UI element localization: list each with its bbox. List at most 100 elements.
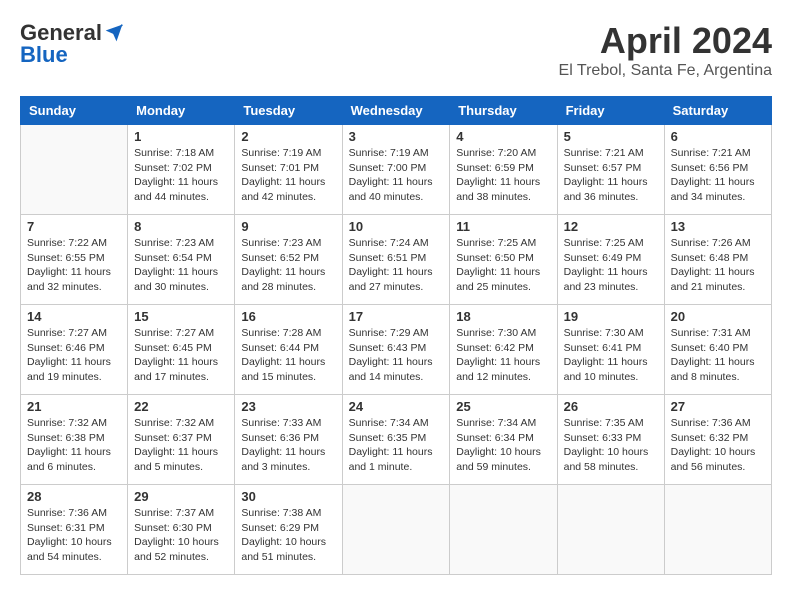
calendar-cell: 8Sunrise: 7:23 AM Sunset: 6:54 PM Daylig… — [128, 215, 235, 305]
calendar-cell — [21, 125, 128, 215]
day-info: Sunrise: 7:37 AM Sunset: 6:30 PM Dayligh… — [134, 506, 228, 565]
calendar-cell: 23 Sunrise: 7:33 AM Sunset: 6:36 PM Dayli… — [235, 395, 342, 485]
day-info: Sunrise: 7:27 AM Sunset: 6:45 PM Dayligh… — [134, 326, 228, 385]
day-number: 6 — [671, 129, 765, 144]
day-info: Sunrise: 7:19 AM Sunset: 7:01 PM Dayligh… — [241, 146, 335, 205]
day-info: Sunrise: 7:23 AM Sunset: 6:52 PM Dayligh… — [241, 236, 335, 295]
day-info: Sunrise: 7:36 AM Sunset: 6:31 PM Dayligh… — [27, 506, 121, 565]
day-number: 15 — [134, 309, 228, 324]
day-info: Sunrise: 7:34 AM Sunset: 6:35 PM Dayligh… — [349, 416, 444, 475]
day-number: 14 — [27, 309, 121, 324]
calendar-cell: 30Sunrise: 7:38 AM Sunset: 6:29 PM Dayli… — [235, 485, 342, 575]
calendar-cell: 10Sunrise: 7:24 AM Sunset: 6:51 PM Dayli… — [342, 215, 450, 305]
day-number: 29 — [134, 489, 228, 504]
calendar-cell: 17Sunrise: 7:29 AM Sunset: 6:43 PM Dayli… — [342, 305, 450, 395]
day-info: Sunrise: 7:21 AM Sunset: 6:56 PM Dayligh… — [671, 146, 765, 205]
calendar-week-row: 21 Sunrise: 7:32 AM Sunset: 6:38 PM Dayli… — [21, 395, 772, 485]
day-info: Sunrise: 7:27 AM Sunset: 6:46 PM Dayligh… — [27, 326, 121, 385]
calendar-cell: 3 Sunrise: 7:19 AM Sunset: 7:00 PM Daylig… — [342, 125, 450, 215]
calendar-cell: 4Sunrise: 7:20 AM Sunset: 6:59 PM Daylig… — [450, 125, 557, 215]
day-info: Sunrise: 7:28 AM Sunset: 6:44 PM Dayligh… — [241, 326, 335, 385]
calendar-cell: 16 Sunrise: 7:28 AM Sunset: 6:44 PM Dayli… — [235, 305, 342, 395]
page-header: General Blue April 2024 El Trebol, Santa… — [20, 20, 772, 80]
calendar-cell: 25Sunrise: 7:34 AM Sunset: 6:34 PM Dayli… — [450, 395, 557, 485]
calendar-cell: 11 Sunrise: 7:25 AM Sunset: 6:50 PM Dayli… — [450, 215, 557, 305]
calendar-header-sunday: Sunday — [21, 97, 128, 125]
day-number: 7 — [27, 219, 121, 234]
calendar-header-saturday: Saturday — [664, 97, 771, 125]
day-info: Sunrise: 7:30 AM Sunset: 6:42 PM Dayligh… — [456, 326, 550, 385]
calendar-week-row: 1 Sunrise: 7:18 AM Sunset: 7:02 PM Daylig… — [21, 125, 772, 215]
day-info: Sunrise: 7:32 AM Sunset: 6:38 PM Dayligh… — [27, 416, 121, 475]
calendar-cell — [557, 485, 664, 575]
calendar-cell: 21 Sunrise: 7:32 AM Sunset: 6:38 PM Dayli… — [21, 395, 128, 485]
calendar-header-thursday: Thursday — [450, 97, 557, 125]
day-info: Sunrise: 7:22 AM Sunset: 6:55 PM Dayligh… — [27, 236, 121, 295]
day-number: 16 — [241, 309, 335, 324]
calendar-header-wednesday: Wednesday — [342, 97, 450, 125]
day-number: 3 — [349, 129, 444, 144]
calendar-header-row: SundayMondayTuesdayWednesdayThursdayFrid… — [21, 97, 772, 125]
calendar-cell: 5 Sunrise: 7:21 AM Sunset: 6:57 PM Daylig… — [557, 125, 664, 215]
day-number: 12 — [564, 219, 658, 234]
title-block: April 2024 El Trebol, Santa Fe, Argentin… — [559, 20, 772, 80]
calendar-cell — [450, 485, 557, 575]
calendar-cell: 7 Sunrise: 7:22 AM Sunset: 6:55 PM Daylig… — [21, 215, 128, 305]
day-number: 20 — [671, 309, 765, 324]
day-number: 13 — [671, 219, 765, 234]
calendar-cell: 1 Sunrise: 7:18 AM Sunset: 7:02 PM Daylig… — [128, 125, 235, 215]
day-number: 28 — [27, 489, 121, 504]
day-number: 10 — [349, 219, 444, 234]
day-number: 26 — [564, 399, 658, 414]
calendar-cell: 28 Sunrise: 7:36 AM Sunset: 6:31 PM Dayli… — [21, 485, 128, 575]
day-number: 23 — [241, 399, 335, 414]
calendar-header-tuesday: Tuesday — [235, 97, 342, 125]
day-info: Sunrise: 7:26 AM Sunset: 6:48 PM Dayligh… — [671, 236, 765, 295]
day-info: Sunrise: 7:32 AM Sunset: 6:37 PM Dayligh… — [134, 416, 228, 475]
day-number: 11 — [456, 219, 550, 234]
location-text: El Trebol, Santa Fe, Argentina — [559, 62, 772, 80]
calendar-cell: 6 Sunrise: 7:21 AM Sunset: 6:56 PM Daylig… — [664, 125, 771, 215]
day-number: 18 — [456, 309, 550, 324]
day-info: Sunrise: 7:29 AM Sunset: 6:43 PM Dayligh… — [349, 326, 444, 385]
day-number: 5 — [564, 129, 658, 144]
day-info: Sunrise: 7:25 AM Sunset: 6:49 PM Dayligh… — [564, 236, 658, 295]
calendar-cell: 29 Sunrise: 7:37 AM Sunset: 6:30 PM Dayli… — [128, 485, 235, 575]
calendar-cell: 26 Sunrise: 7:35 AM Sunset: 6:33 PM Dayli… — [557, 395, 664, 485]
day-number: 30 — [241, 489, 335, 504]
calendar-cell — [664, 485, 771, 575]
calendar-cell: 19Sunrise: 7:30 AM Sunset: 6:41 PM Dayli… — [557, 305, 664, 395]
day-info: Sunrise: 7:19 AM Sunset: 7:00 PM Dayligh… — [349, 146, 444, 205]
day-number: 2 — [241, 129, 335, 144]
day-info: Sunrise: 7:35 AM Sunset: 6:33 PM Dayligh… — [564, 416, 658, 475]
calendar-table: SundayMondayTuesdayWednesdayThursdayFrid… — [20, 96, 772, 575]
day-info: Sunrise: 7:36 AM Sunset: 6:32 PM Dayligh… — [671, 416, 765, 475]
logo-bird-icon — [104, 23, 124, 43]
day-number: 1 — [134, 129, 228, 144]
calendar-week-row: 14 Sunrise: 7:27 AM Sunset: 6:46 PM Dayli… — [21, 305, 772, 395]
calendar-cell: 12 Sunrise: 7:25 AM Sunset: 6:49 PM Dayli… — [557, 215, 664, 305]
day-number: 25 — [456, 399, 550, 414]
day-number: 9 — [241, 219, 335, 234]
day-info: Sunrise: 7:23 AM Sunset: 6:54 PM Dayligh… — [134, 236, 228, 295]
day-number: 4 — [456, 129, 550, 144]
day-info: Sunrise: 7:33 AM Sunset: 6:36 PM Dayligh… — [241, 416, 335, 475]
calendar-cell: 15 Sunrise: 7:27 AM Sunset: 6:45 PM Dayli… — [128, 305, 235, 395]
calendar-week-row: 28 Sunrise: 7:36 AM Sunset: 6:31 PM Dayli… — [21, 485, 772, 575]
calendar-cell: 18 Sunrise: 7:30 AM Sunset: 6:42 PM Dayli… — [450, 305, 557, 395]
calendar-cell: 24 Sunrise: 7:34 AM Sunset: 6:35 PM Dayli… — [342, 395, 450, 485]
calendar-cell: 14 Sunrise: 7:27 AM Sunset: 6:46 PM Dayli… — [21, 305, 128, 395]
day-number: 24 — [349, 399, 444, 414]
day-info: Sunrise: 7:21 AM Sunset: 6:57 PM Dayligh… — [564, 146, 658, 205]
calendar-cell: 20 Sunrise: 7:31 AM Sunset: 6:40 PM Dayli… — [664, 305, 771, 395]
calendar-week-row: 7 Sunrise: 7:22 AM Sunset: 6:55 PM Daylig… — [21, 215, 772, 305]
calendar-header-monday: Monday — [128, 97, 235, 125]
calendar-cell: 2 Sunrise: 7:19 AM Sunset: 7:01 PM Daylig… — [235, 125, 342, 215]
day-number: 27 — [671, 399, 765, 414]
day-number: 21 — [27, 399, 121, 414]
day-info: Sunrise: 7:25 AM Sunset: 6:50 PM Dayligh… — [456, 236, 550, 295]
day-info: Sunrise: 7:31 AM Sunset: 6:40 PM Dayligh… — [671, 326, 765, 385]
day-info: Sunrise: 7:18 AM Sunset: 7:02 PM Dayligh… — [134, 146, 228, 205]
logo: General Blue — [20, 20, 124, 68]
calendar-header-friday: Friday — [557, 97, 664, 125]
